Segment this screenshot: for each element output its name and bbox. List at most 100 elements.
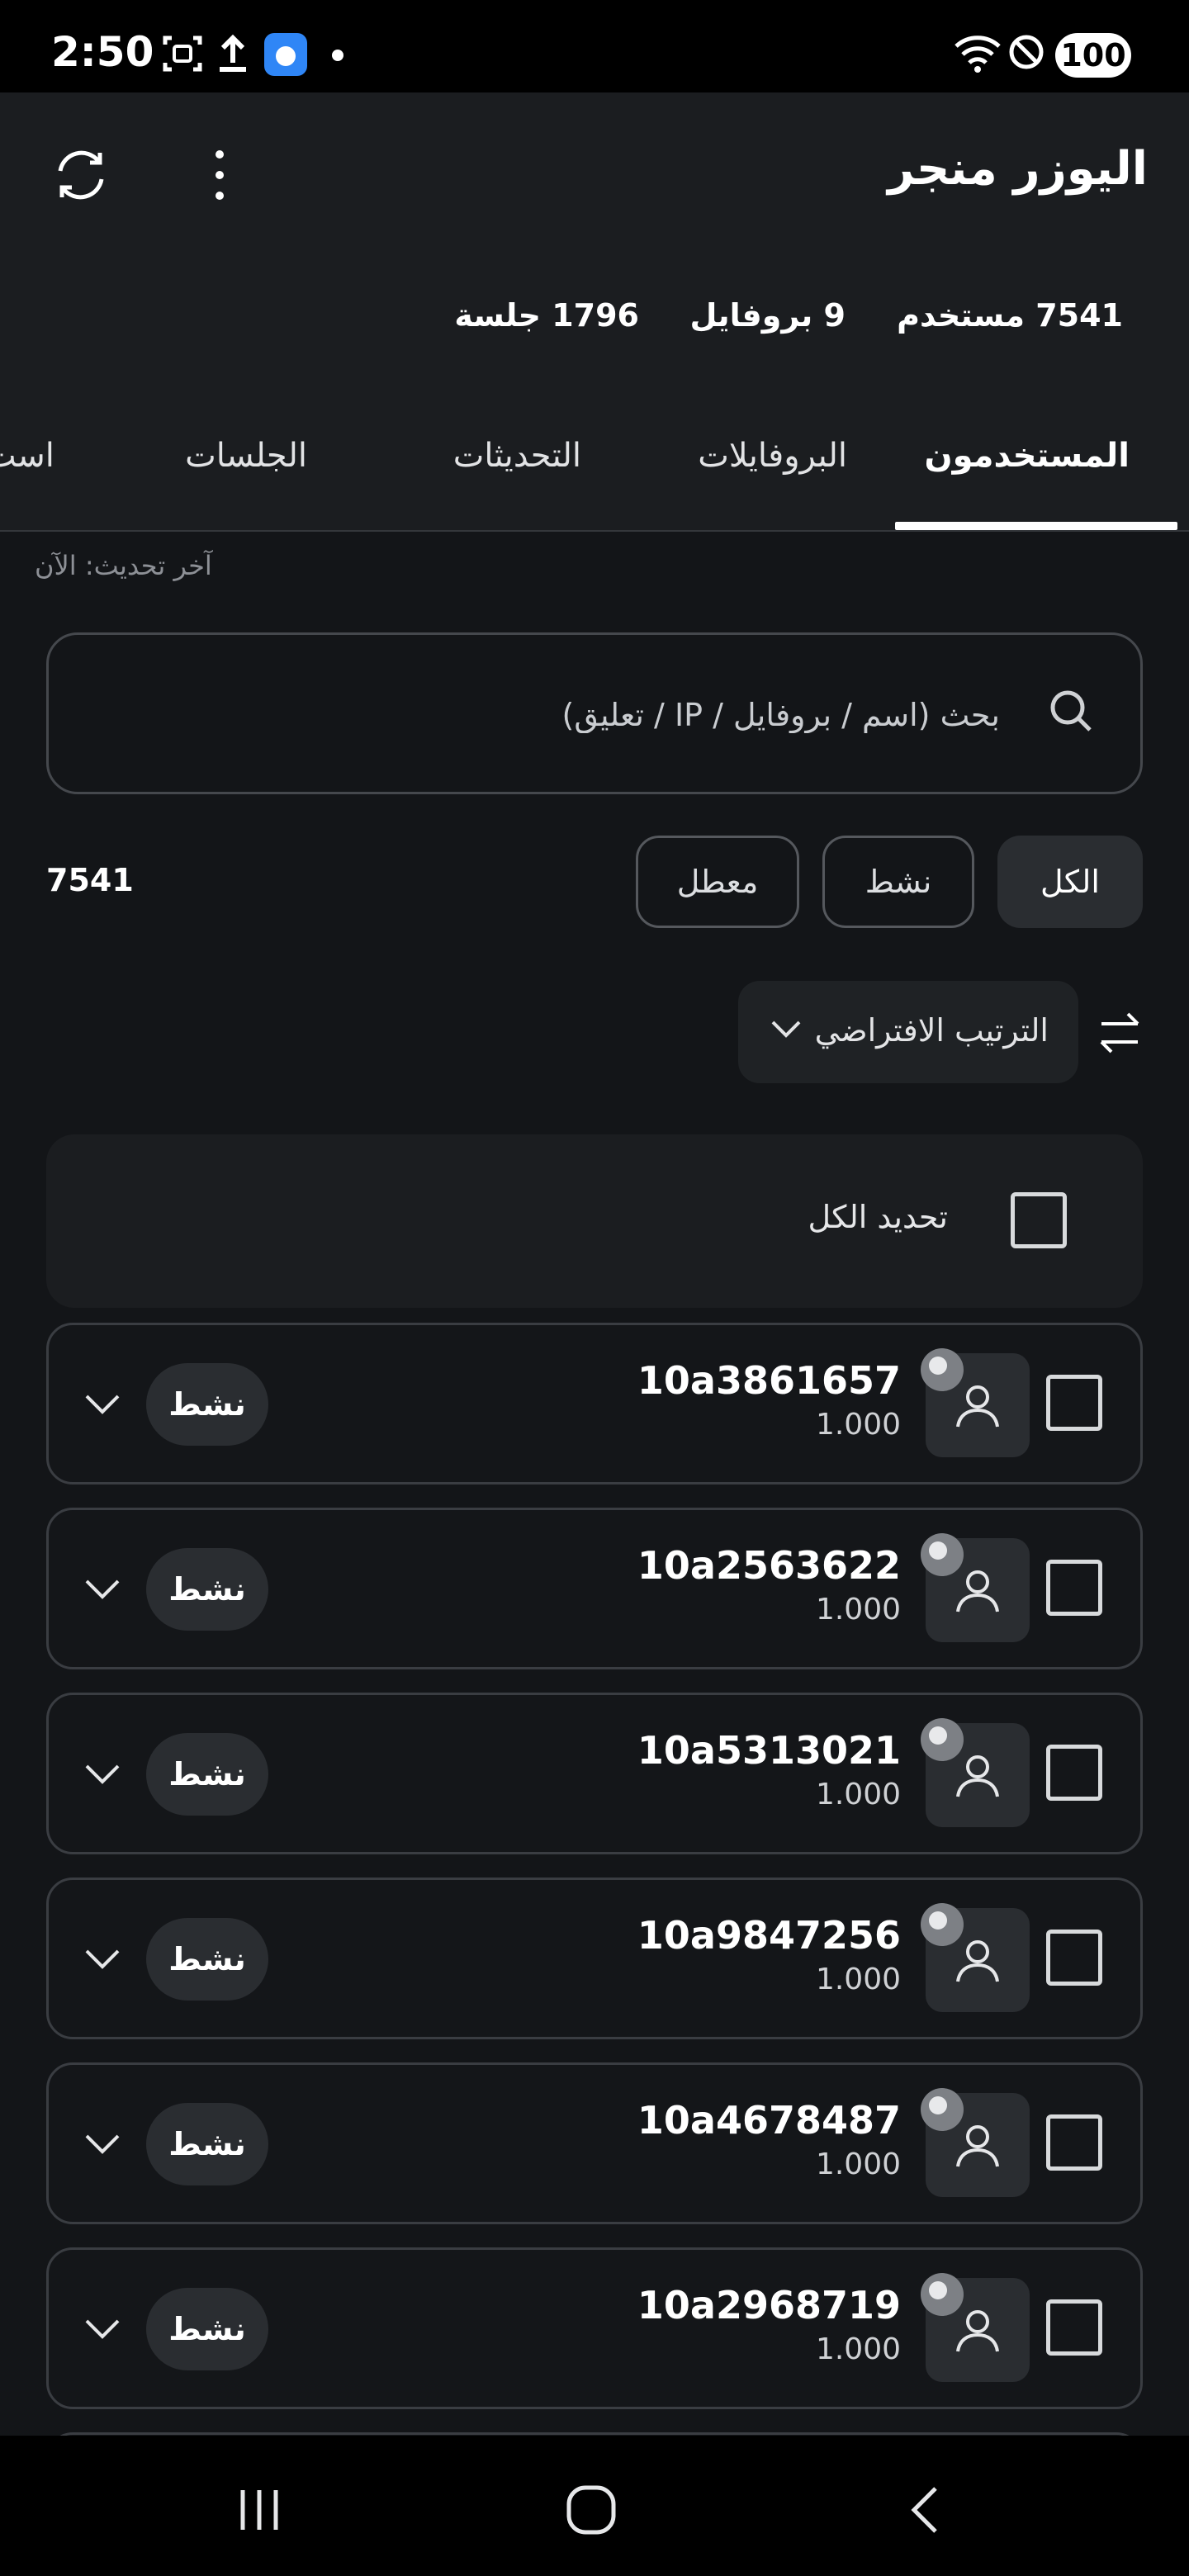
search-icon <box>1043 683 1101 744</box>
refresh-button[interactable] <box>40 134 122 216</box>
user-row-checkbox[interactable] <box>1046 2114 1102 2171</box>
do-not-disturb-icon <box>1009 35 1044 69</box>
user-row[interactable]: 10a4678487 1.000 نشط <box>46 2062 1143 2224</box>
chevron-down-icon[interactable] <box>83 1576 121 1601</box>
sort-dropdown[interactable]: الترتيب الافتراضي <box>738 981 1078 1083</box>
user-row[interactable]: 10a3861657 1.000 نشط <box>46 1323 1143 1485</box>
user-row[interactable]: 10a5313021 1.000 نشط <box>46 1693 1143 1854</box>
last-update-text: آخر تحديث: الآن <box>35 550 212 581</box>
tab-profiles[interactable]: البروفايلات <box>698 437 847 475</box>
chevron-down-icon[interactable] <box>83 2316 121 2341</box>
user-row-checkbox[interactable] <box>1046 2299 1102 2356</box>
filter-all-chip[interactable]: الكل <box>997 836 1143 928</box>
tab-users[interactable]: المستخدمون <box>925 437 1130 475</box>
user-row[interactable]: 10a9847256 1.000 نشط <box>46 1878 1143 2039</box>
back-icon <box>911 2487 937 2533</box>
avatar <box>921 1718 1030 1827</box>
user-name: 10a3861657 <box>637 1358 901 1403</box>
chevron-down-icon[interactable] <box>83 1946 121 1971</box>
home-button[interactable] <box>550 2469 632 2551</box>
user-icon <box>956 1385 999 1428</box>
stat-sessions: 1796 جلسة <box>454 297 639 334</box>
user-icon <box>956 1755 999 1797</box>
stat-profiles: 9 بروفايل <box>689 297 846 334</box>
dot-icon <box>332 50 343 61</box>
avatar <box>921 2088 1030 2197</box>
battery-indicator: 100 <box>1055 33 1131 78</box>
refresh-icon <box>58 150 104 200</box>
page-title: اليوزر منجر <box>888 142 1148 196</box>
select-all-card[interactable]: تحديد الكل <box>46 1134 1143 1308</box>
user-value: 1.000 <box>815 2332 901 2366</box>
avatar <box>921 1533 1030 1642</box>
home-icon <box>566 2485 616 2535</box>
app-notification-icon <box>264 33 307 76</box>
select-all-label: تحديد الكل <box>808 1199 948 1235</box>
status-badge[interactable]: نشط <box>146 1363 268 1446</box>
status-badge[interactable]: نشط <box>146 2288 268 2370</box>
status-badge[interactable]: نشط <box>146 2103 268 2185</box>
wifi-icon <box>955 36 1001 73</box>
status-badge[interactable]: نشط <box>146 1548 268 1631</box>
chevron-down-icon[interactable] <box>83 2131 121 2156</box>
tabs-divider <box>0 530 1189 532</box>
chevron-down-icon[interactable] <box>83 1391 121 1416</box>
tab-bar: المستخدمون البروفايلات التحديثات الجلسات… <box>0 391 1189 532</box>
app-header: اليوزر منجر 7541 مستخدم 9 بروفايل 1796 ج… <box>0 92 1189 406</box>
chevron-down-icon <box>771 1020 801 1038</box>
user-value: 1.000 <box>815 1593 901 1627</box>
user-name: 10a5313021 <box>637 1728 901 1773</box>
chevron-down-icon[interactable] <box>83 1761 121 1786</box>
status-dot-icon <box>921 1718 964 1761</box>
system-nav-bar <box>0 2436 1189 2576</box>
status-dot-icon <box>921 2273 964 2316</box>
user-icon <box>956 1570 999 1612</box>
more-vertical-icon <box>216 150 224 200</box>
upload-icon <box>220 34 246 72</box>
status-dot-icon <box>921 1348 964 1391</box>
user-name: 10a9847256 <box>637 1913 901 1958</box>
screenshot-icon <box>163 36 202 72</box>
select-all-checkbox[interactable] <box>1011 1192 1067 1248</box>
user-row-checkbox[interactable] <box>1046 1375 1102 1431</box>
user-icon <box>956 2125 999 2167</box>
result-count: 7541 <box>46 862 134 898</box>
status-badge[interactable]: نشط <box>146 1733 268 1816</box>
user-row-checkbox[interactable] <box>1046 1745 1102 1801</box>
user-name: 10a4678487 <box>637 2098 901 2143</box>
user-row-checkbox[interactable] <box>1046 1560 1102 1616</box>
user-value: 1.000 <box>815 2147 901 2181</box>
user-value: 1.000 <box>815 1963 901 1996</box>
status-dot-icon <box>921 1903 964 1946</box>
user-value: 1.000 <box>815 1408 901 1442</box>
tab-more[interactable]: است <box>0 437 54 475</box>
search-box[interactable] <box>46 632 1143 794</box>
filter-active-chip[interactable]: نشط <box>822 836 974 928</box>
active-tab-indicator <box>895 522 1177 530</box>
sort-direction-icon[interactable] <box>1097 1009 1143 1055</box>
stat-users: 7541 مستخدم <box>897 297 1123 334</box>
status-bar: 2:50 100 <box>0 0 1189 92</box>
avatar <box>921 1903 1030 2012</box>
filter-disabled-chip[interactable]: معطل <box>636 836 799 928</box>
more-options-button[interactable] <box>178 134 261 216</box>
user-name: 10a2968719 <box>637 2283 901 2327</box>
status-dot-icon <box>921 2088 964 2131</box>
user-row[interactable]: 10a2968719 1.000 نشط <box>46 2247 1143 2409</box>
status-badge[interactable]: نشط <box>146 1918 268 2001</box>
search-input[interactable] <box>174 686 1000 744</box>
avatar <box>921 1348 1030 1457</box>
tab-sessions[interactable]: الجلسات <box>185 437 307 475</box>
user-row-checkbox[interactable] <box>1046 1930 1102 1986</box>
avatar <box>921 2273 1030 2382</box>
user-row[interactable]: 10a2563622 1.000 نشط <box>46 1508 1143 1669</box>
status-dot-icon <box>921 1533 964 1576</box>
recent-apps-button[interactable] <box>218 2469 301 2551</box>
status-time: 2:50 <box>51 28 154 76</box>
user-icon <box>956 2310 999 2352</box>
tab-updates[interactable]: التحديثات <box>453 437 581 475</box>
user-name: 10a2563622 <box>637 1543 901 1588</box>
recent-apps-icon <box>240 2490 278 2530</box>
sort-label: الترتيب الافتراضي <box>814 1012 1049 1049</box>
back-button[interactable] <box>883 2469 966 2551</box>
